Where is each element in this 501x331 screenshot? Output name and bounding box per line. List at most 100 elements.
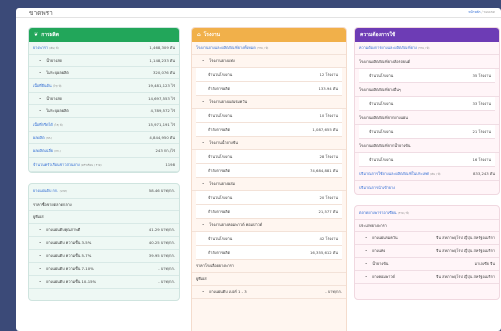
production-row-label-wrap: ไม่ระบุผลผลิต bbox=[39, 108, 69, 114]
price-title[interactable]: ยางแผ่นดิบ กก. bbox=[33, 188, 58, 193]
price-row-value: 41.29 บาท/กก. bbox=[148, 227, 175, 232]
market-list: ยางแผ่นรมควันจีน สหภาพยุโรป ญี่ปุ่น สหรั… bbox=[355, 232, 499, 284]
production-column: ❦ การผลิต ยางพารา (ตัน/ ปี) 1,468,309 ตัน… bbox=[28, 27, 180, 301]
price-row-label: ยางแผ่นดิบ ความชื้น 10-15% bbox=[39, 279, 96, 285]
demand-group-heading: โรงงานผลิตภัณฑ์จากน้ำยางข้น bbox=[355, 139, 499, 153]
demand-group-row: จำนวนโรงงาน 16 โรงงาน bbox=[359, 153, 495, 167]
production-row-value: 14,697,553 ไร่ bbox=[148, 95, 175, 101]
demand-group-value: 33 โรงงาน bbox=[472, 100, 491, 106]
factory-count-value: 42 โรงงาน bbox=[319, 235, 338, 241]
market-row: ยางแผ่นรมควัน จีน สหภาพยุโรป ญี่ปุ่น สหรั… bbox=[355, 232, 499, 245]
factory-groups: โรงงานยางแท่งจำนวนโรงงาน 12 โรงงานกำลังกา… bbox=[192, 55, 346, 260]
demand-group-heading: โรงงานผลิตภัณฑ์ยางล้อรถยนต์ bbox=[355, 55, 499, 69]
factory-group-count-row: จำนวนโรงงาน 20 โรงงาน bbox=[196, 191, 342, 205]
market-link[interactable]: ตลาดยางพาราอาเซียน bbox=[359, 210, 397, 215]
market-row-value: มาเลเซีย จีน bbox=[474, 261, 495, 266]
market-row-value: จีน สหภาพยุโรป ญี่ปุ่น สหรัฐอเมริกา bbox=[436, 274, 495, 279]
production-row: เนื้อที่ยืนต้น (ไร่/ ปี) 19,481,123 ไร่ bbox=[29, 79, 179, 93]
demand-group-name: โรงงานผลิตภัณฑ์จากน้ำยางข้น bbox=[359, 142, 411, 148]
production-row-unit: (ครัวเรือน / ราย) bbox=[80, 162, 102, 167]
demand-card: ความต้องการใช้ ความต้องการยางและผลิตภัณฑ… bbox=[354, 27, 500, 195]
demand-group-value: 21 โรงงาน bbox=[472, 128, 491, 134]
price-title-unit: (บาท) bbox=[59, 189, 67, 193]
price-header-row: ยางแผ่นดิบ กก. (บาท) 58.46 บาท/กก. bbox=[29, 184, 179, 199]
demand-group-value: 35 โรงงาน bbox=[472, 72, 491, 78]
price-row-value: 40.25 บาท/กก. bbox=[148, 240, 175, 245]
factory-footer-row-value: - บาท/กก. bbox=[325, 289, 342, 294]
factory-capacity-label: กำลังการผลิต bbox=[208, 208, 231, 214]
demand-column: ความต้องการใช้ ความต้องการยางและผลิตภัณฑ… bbox=[354, 27, 500, 300]
factory-footer-row-label: ยางแผ่นดิบ เบอร์ 1 - 3 bbox=[202, 289, 246, 295]
production-row-label[interactable]: เนื้อที่ยืนต้น bbox=[33, 83, 52, 88]
factory-group-count-row: จำนวนโรงงาน 10 โรงงาน bbox=[196, 109, 342, 123]
demand-group-row: จำนวนโรงงาน 35 โรงงาน bbox=[359, 69, 495, 83]
factory-group-count-row: จำนวนโรงงาน 42 โรงงาน bbox=[196, 232, 342, 246]
factory-group-name: โรงงานน้ำยางข้น bbox=[202, 140, 238, 146]
demand-header: ความต้องการใช้ bbox=[355, 28, 499, 42]
price-list: ยางแผ่นดิบคุณภาพดี41.29 บาท/กก.ยางแผ่นดิ… bbox=[29, 224, 179, 289]
market-sub: ประเภทยางพารา bbox=[355, 220, 499, 232]
demand-groups: โรงงานผลิตภัณฑ์ยางล้อรถยนต์ จำนวนโรงงาน 35… bbox=[355, 55, 499, 167]
top-bar: ขาดพรา หน้าหลัก/ขอบเขต bbox=[16, 8, 501, 18]
production-card: ❦ การผลิต ยางพารา (ตัน/ ปี) 1,468,309 ตัน… bbox=[28, 27, 180, 173]
factory-footer-section-label: ราคาโรงเลื่อยยางพารา bbox=[196, 263, 234, 268]
factory-group-name: โรงงานยางผสม bbox=[202, 181, 235, 187]
demand-usage2-row: ปริมาณการนำเข้ายาง bbox=[355, 181, 499, 194]
page-title: ขาดพรา bbox=[29, 8, 53, 17]
production-row: น้ำยางสด 14,697,553 ไร่ bbox=[29, 93, 179, 105]
market-row-label: น้ำยางข้น bbox=[365, 261, 388, 267]
market-row: น้ำยางข้น มาเลเซีย จีน bbox=[355, 258, 499, 271]
production-row-label-wrap: ไม่ระบุผลผลิต bbox=[39, 69, 69, 76]
factory-count-value: 12 โรงงาน bbox=[319, 71, 338, 77]
factory-group-name: โรงงานยางแท่ง bbox=[202, 58, 235, 64]
factory-footer-section: ราคาโรงเลื่อยยางพารา bbox=[192, 260, 346, 273]
factory-capacity-label: กำลังการผลิต bbox=[208, 167, 231, 173]
factory-group-heading: โรงงานน้ำยางข้น bbox=[192, 137, 346, 150]
price-row-value: - บาท/กก. bbox=[158, 266, 175, 271]
demand-link-row: ความต้องการยางและผลิตภัณฑ์ยาง (ราย / ปี) bbox=[355, 42, 499, 55]
production-row-unit: (กก.) bbox=[45, 135, 53, 140]
demand-usage2-link[interactable]: ปริมาณการนำเข้ายาง bbox=[359, 185, 395, 191]
price-row-value: 39.95 บาท/กก. bbox=[148, 253, 175, 258]
breadcrumb-home[interactable]: หน้าหลัก bbox=[468, 10, 480, 14]
production-row-value: 1198 bbox=[165, 162, 175, 167]
demand-group-row: จำนวนโรงงาน 33 โรงงาน bbox=[359, 97, 495, 111]
demand-group-label: จำนวนโรงงาน bbox=[369, 128, 394, 134]
production-list: ยางพารา (ตัน/ ปี) 1,468,309 ตันน้ำยางสด 1,… bbox=[29, 42, 179, 172]
production-row-label[interactable]: เนื้อที่กรีดได้ bbox=[33, 122, 53, 127]
demand-usage-row: ปริมาณการใช้ยางและผลิตภัณฑ์ในประเทศ (ตัน… bbox=[355, 167, 499, 181]
factory-count-label: จำนวนโรงงาน bbox=[208, 71, 233, 77]
production-row-label[interactable]: ผลผลิตเฉลี่ย bbox=[33, 148, 53, 153]
production-row-label[interactable]: จำนวนครัวเรือนชาวสวนยาง bbox=[33, 162, 80, 167]
production-row-label[interactable]: ผลผลิต bbox=[33, 135, 45, 140]
production-row: ไม่ระบุผลผลิต 320,076 ตัน bbox=[29, 67, 179, 79]
factory-group-count-row: จำนวนโรงงาน 12 โรงงาน bbox=[196, 68, 342, 82]
demand-link[interactable]: ความต้องการยางและผลิตภัณฑ์ยาง bbox=[359, 45, 417, 50]
demand-usage-link[interactable]: ปริมาณการใช้ยางและผลิตภัณฑ์ในประเทศ bbox=[359, 171, 429, 176]
factory-link[interactable]: โรงงานยางและผลิตภัณฑ์ยางทั้งหมด bbox=[196, 45, 256, 50]
production-row-label-wrap: เนื้อที่ยืนต้น (ไร่/ ปี) bbox=[33, 83, 61, 89]
demand-group-label: จำนวนโรงงาน bbox=[369, 100, 394, 106]
breadcrumb-current: ขอบเขต bbox=[483, 10, 495, 14]
breadcrumb: หน้าหลัก/ขอบเขต bbox=[468, 10, 495, 14]
production-row-value: 15,971,191 ไร่ bbox=[148, 121, 175, 127]
factory-group-capacity-row: กำลังการผลิต 1,087,655 ตัน bbox=[196, 123, 342, 137]
factory-count-value: 20 โรงงาน bbox=[319, 194, 338, 200]
production-row-label-wrap: ผลผลิต (กก.) bbox=[33, 135, 52, 141]
market-sub-label: ประเภทยางพารา bbox=[359, 222, 387, 228]
demand-group-row: จำนวนโรงงาน 21 โรงงาน bbox=[359, 125, 495, 139]
leaf-icon: ❦ bbox=[34, 32, 39, 38]
factory-group-heading: โรงงานยางผสม bbox=[192, 178, 346, 191]
demand-group-heading: โรงงานผลิตภัณฑ์จากยางแผ่น bbox=[355, 111, 499, 125]
price-section-label: ราคาซื้อขายตลาดกลาง bbox=[33, 201, 72, 207]
production-row-label: ไม่ระบุผลผลิต bbox=[46, 69, 69, 75]
production-row-label[interactable]: ยางพารา bbox=[33, 45, 48, 50]
production-row-value: 19,481,123 ไร่ bbox=[148, 82, 175, 88]
factory-group-heading: โรงงานยางแท่ง bbox=[192, 55, 346, 68]
production-row-label: ไม่ระบุผลผลิต bbox=[46, 108, 69, 113]
production-row: ไม่ระบุผลผลิต 4,789,572 ไร่ bbox=[29, 105, 179, 118]
price-card: ยางแผ่นดิบ กก. (บาท) 58.46 บาท/กก. ราคาซ… bbox=[28, 183, 180, 301]
production-row-unit: (กก.) bbox=[54, 148, 61, 153]
market-row-value: จีน สหภาพยุโรป ญี่ปุ่น สหรัฐอเมริกา bbox=[436, 235, 495, 240]
production-row-unit: (ไร่/ ปี) bbox=[52, 83, 62, 88]
